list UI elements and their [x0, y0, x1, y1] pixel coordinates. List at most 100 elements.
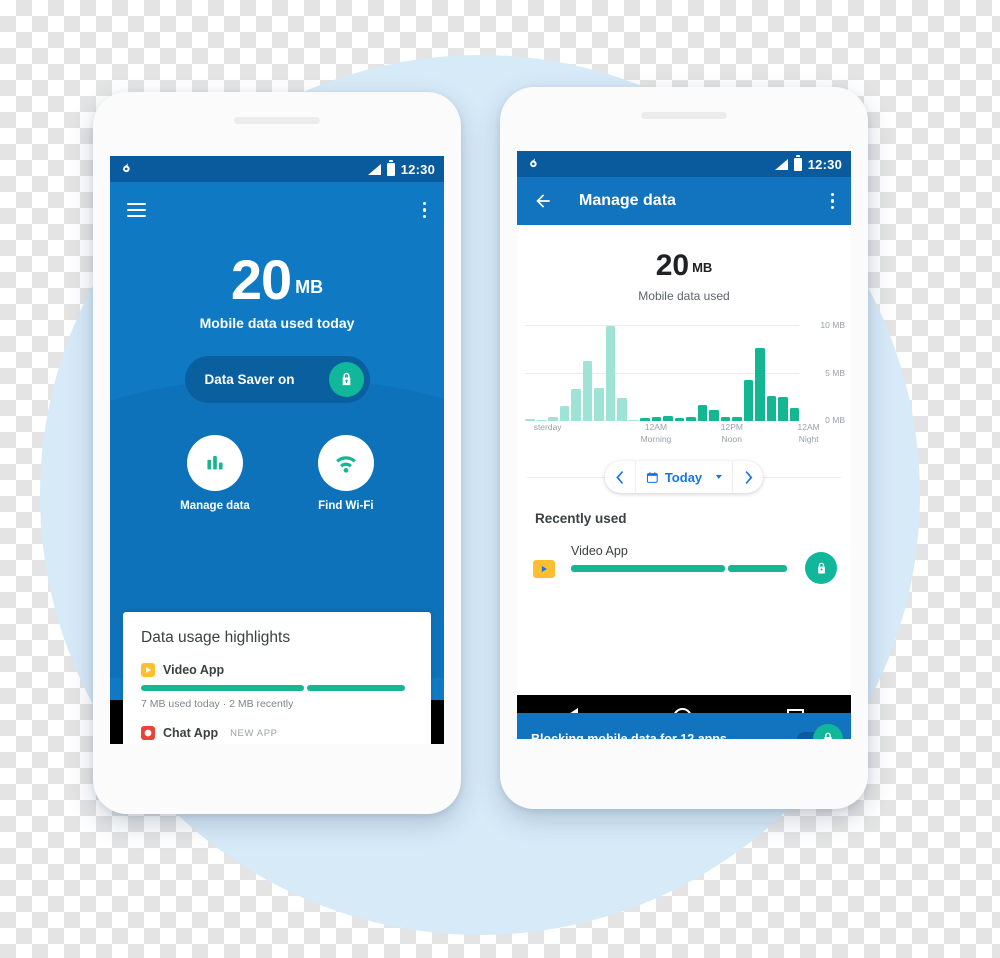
- usage-bar: [141, 685, 413, 691]
- left-app-bar: [110, 182, 444, 238]
- wifi-glyph: [335, 456, 356, 473]
- hero-usage-line: 20 MB: [110, 252, 444, 308]
- hamburger-menu-icon[interactable]: [127, 199, 146, 221]
- lock-glyph: [342, 372, 350, 386]
- blocking-toggle[interactable]: [797, 724, 843, 739]
- chevron-right-glyph: [745, 470, 753, 484]
- usage-summary: 20 MB Mobile data used: [517, 225, 851, 304]
- data-saver-toggle[interactable]: Data Saver on: [184, 356, 370, 403]
- status-clock: 12:30: [400, 161, 435, 177]
- chevron-left-glyph: [615, 470, 623, 484]
- left-phone-screen: 12:30 20 MB Mobile data used today Data S…: [110, 156, 444, 744]
- chart-bars: [525, 325, 799, 421]
- section-title-recently-used: Recently used: [535, 511, 627, 526]
- phone-left: 12:30 20 MB Mobile data used today Data S…: [93, 92, 461, 814]
- app-name: Video App: [163, 663, 225, 677]
- app-name: Video App: [571, 544, 628, 558]
- quick-action-find-wifi[interactable]: Find Wi-Fi: [317, 435, 374, 512]
- manage-data-toolbar: Manage data: [517, 177, 851, 225]
- quick-action-label: Manage data: [180, 500, 250, 512]
- chart-x-axis: sterday 12AM Morning 12PM Noon 12AM Night: [517, 421, 851, 451]
- left-hero: 20 MB Mobile data used today: [110, 252, 444, 332]
- usage-unit: MB: [692, 260, 713, 275]
- phone-right: 12:30 Manage data 20MB Mobile data used: [500, 87, 868, 809]
- x-axis-tick: 12AM Morning: [640, 422, 672, 444]
- chart-bar: [605, 326, 615, 421]
- quick-action-label: Find Wi-Fi: [318, 500, 374, 512]
- play-glyph: [541, 566, 547, 572]
- usage-caption: Mobile data used: [638, 289, 730, 303]
- battery-full-icon: [793, 155, 802, 171]
- data-usage-highlights-card: Data usage highlights Video App 7 MB use…: [123, 612, 431, 744]
- chart-bar: [778, 397, 788, 421]
- status-clock: 12:30: [807, 156, 842, 172]
- hero-usage-caption: Mobile data used today: [199, 315, 355, 331]
- video-app-icon: [141, 663, 155, 677]
- bar-chart-icon: [186, 435, 243, 491]
- chat-app-icon: [141, 726, 155, 740]
- overflow-menu-icon[interactable]: [423, 199, 427, 222]
- chart-bar: [559, 406, 569, 421]
- chart-bar: [697, 404, 707, 421]
- lock-glyph: [824, 732, 832, 739]
- back-arrow-icon[interactable]: [533, 191, 553, 211]
- status-bar-indicators: 12:30: [367, 160, 435, 177]
- data-saver-label: Data Saver on: [204, 372, 295, 387]
- calendar-icon: [646, 471, 658, 483]
- chevron-down-icon: [716, 475, 723, 479]
- chart-bar: [594, 387, 604, 421]
- usage-bar: [571, 565, 837, 572]
- status-bar-brand: [526, 157, 541, 172]
- y-axis-tick: 10 MB: [820, 320, 845, 330]
- x-axis-tick: 12AM Night: [797, 422, 820, 444]
- x-axis-tick: sterday: [533, 422, 562, 432]
- lock-icon: [817, 562, 825, 573]
- quick-action-manage-data[interactable]: Manage data: [180, 435, 250, 512]
- status-bar-brand: [119, 162, 134, 177]
- x-axis-tick: 12PM Noon: [720, 422, 743, 444]
- lock-icon: [328, 362, 364, 397]
- chart-bar: [789, 407, 799, 421]
- status-bar-left: 12:30: [110, 156, 444, 182]
- chevron-left-icon[interactable]: [605, 461, 636, 493]
- highlight-app-header: Video App: [141, 663, 413, 677]
- usage-bar-segment: [571, 565, 725, 572]
- page-title: Manage data: [579, 192, 676, 209]
- chart-bar: [582, 361, 592, 421]
- chevron-right-icon[interactable]: [732, 461, 763, 493]
- chart-bar: [571, 388, 581, 421]
- date-current-selector[interactable]: Today: [636, 461, 732, 493]
- lock-icon: [813, 724, 843, 739]
- video-app-icon: [533, 560, 555, 578]
- app-name: Chat App: [163, 726, 219, 740]
- left-app-body: 20 MB Mobile data used today Data Saver o…: [110, 182, 444, 744]
- y-axis-tick: 5 MB: [825, 368, 845, 378]
- chart-bar: [617, 398, 627, 421]
- date-current-label: Today: [664, 469, 703, 485]
- wifi-icon: [317, 435, 374, 491]
- list-item[interactable]: Chat App NEW APP: [141, 726, 413, 740]
- list-item[interactable]: Video App: [517, 526, 851, 584]
- date-nav-pill: Today: [604, 461, 764, 493]
- bar-chart-glyph: [207, 455, 223, 470]
- usage-bar-segment: [141, 685, 305, 691]
- list-item[interactable]: Video App 7 MB used today · 2 MB recentl…: [141, 663, 413, 710]
- date-navigation: Today: [517, 455, 851, 499]
- usage-value: 20: [655, 249, 690, 282]
- app-lock-toggle[interactable]: [805, 552, 837, 584]
- datally-drop-icon: [123, 162, 130, 172]
- overflow-menu-icon[interactable]: [831, 190, 835, 213]
- datally-drop-icon: [530, 157, 537, 167]
- manage-data-body: 20 MB Mobile data used 10 MB 5 MB 0 MB st…: [517, 225, 851, 739]
- status-bar-right: 12:30: [517, 151, 851, 177]
- data-usage-chart: 10 MB 5 MB 0 MB: [517, 320, 851, 425]
- status-badge: NEW APP: [230, 727, 278, 739]
- chart-bar: [766, 396, 776, 421]
- play-glyph: [146, 667, 151, 673]
- chat-bubble-glyph: [144, 729, 152, 737]
- usage-meta: 7 MB used today · 2 MB recently: [141, 698, 294, 710]
- blocking-snackbar: Blocking mobile data for 12 apps: [517, 713, 851, 739]
- status-bar-indicators: 12:30: [774, 155, 842, 172]
- usage-bar-segment: [307, 685, 406, 691]
- signal-bars-icon: [774, 158, 788, 170]
